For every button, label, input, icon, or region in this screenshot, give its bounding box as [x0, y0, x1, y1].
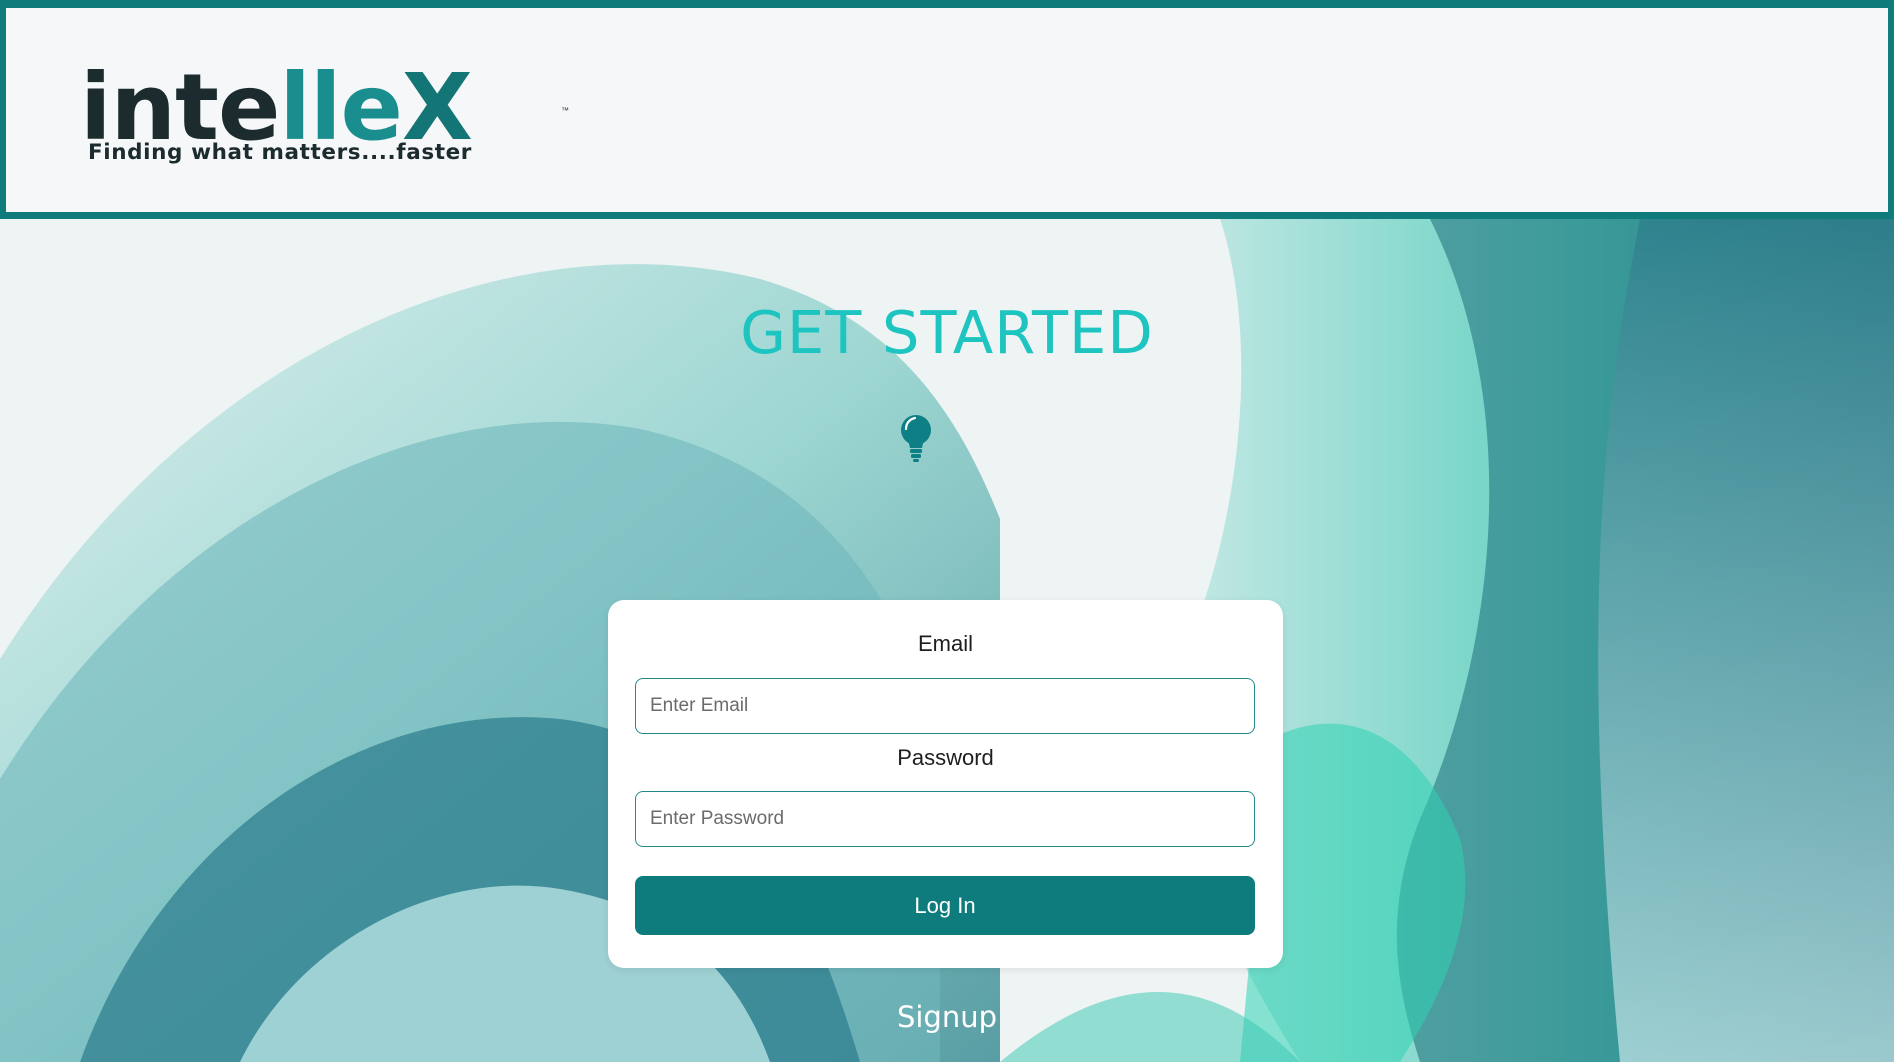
password-input[interactable]: [635, 791, 1255, 847]
logo-tagline: Finding what matters....faster: [88, 140, 472, 165]
page-title: GET STARTED: [740, 298, 1154, 367]
login-card: Email Password Log In: [608, 600, 1283, 968]
logo-trademark: ™: [561, 106, 569, 115]
app-header: intelleX ™ Finding what matters....faste…: [0, 0, 1894, 219]
intellex-logo: intelleX ™ Finding what matters....faste…: [80, 62, 600, 172]
password-label: Password: [897, 745, 994, 770]
email-input[interactable]: [635, 678, 1255, 734]
email-label: Email: [917, 631, 973, 656]
signup-link[interactable]: Signup: [0, 1000, 1894, 1034]
lightbulb-icon: [896, 412, 936, 464]
login-button[interactable]: Log In: [635, 876, 1255, 935]
